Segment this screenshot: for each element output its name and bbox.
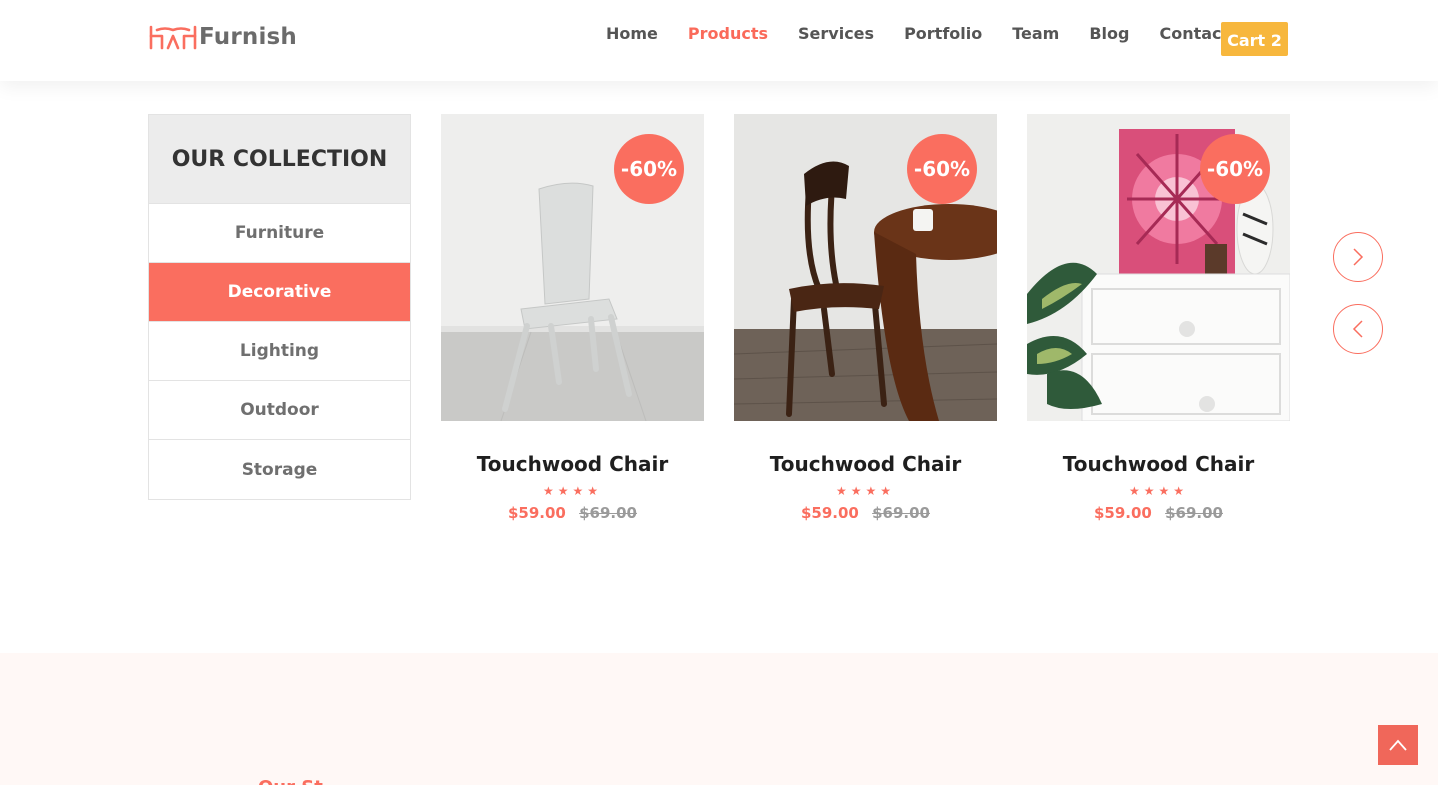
product-price: $59.00 bbox=[507, 504, 566, 522]
product-card[interactable]: -60% Touchwood Chair ★★★★ $59.00 $69.00 bbox=[734, 114, 997, 522]
dresser-flower-painting-photo[interactable]: -60% bbox=[1027, 114, 1290, 421]
wooden-chair-table-photo[interactable]: -60% bbox=[734, 114, 997, 421]
product-card[interactable]: -60% Touchwood Chair ★★★★ $59.00 $69.00 bbox=[1027, 114, 1290, 522]
star-icon: ★ bbox=[587, 484, 603, 498]
category-lighting[interactable]: Lighting bbox=[149, 322, 410, 381]
cart-button[interactable]: Cart 2 bbox=[1221, 22, 1288, 56]
brand-name: Furnish bbox=[199, 24, 298, 50]
star-icon: ★ bbox=[1158, 484, 1174, 498]
product-name[interactable]: Touchwood Chair bbox=[734, 452, 997, 476]
product-name[interactable]: Touchwood Chair bbox=[1027, 452, 1290, 476]
product-prices: $59.00 $69.00 bbox=[734, 504, 997, 522]
main-nav: Home Products Services Portfolio Team Bl… bbox=[606, 24, 1259, 44]
star-icon: ★ bbox=[850, 484, 866, 498]
product-name[interactable]: Touchwood Chair bbox=[441, 452, 704, 476]
discount-badge: -60% bbox=[907, 134, 977, 204]
rating-stars: ★★★★ bbox=[441, 484, 704, 498]
product-card[interactable]: -60% Touchwood Chair ★★★★ $59.00 $69.00 bbox=[441, 114, 704, 522]
nav-team[interactable]: Team bbox=[1012, 24, 1059, 44]
category-storage[interactable]: Storage bbox=[149, 440, 410, 499]
collection-title: OUR COLLECTION bbox=[149, 115, 410, 204]
star-icon: ★ bbox=[835, 484, 851, 498]
chevron-left-icon bbox=[1352, 320, 1363, 338]
star-icon: ★ bbox=[865, 484, 881, 498]
category-decorative[interactable]: Decorative bbox=[149, 263, 410, 322]
slider-next-button[interactable] bbox=[1333, 232, 1383, 282]
category-furniture[interactable]: Furniture bbox=[149, 204, 410, 263]
product-old-price: $69.00 bbox=[872, 504, 930, 522]
product-old-price: $69.00 bbox=[579, 504, 637, 522]
star-icon: ★ bbox=[572, 484, 588, 498]
star-icon: ★ bbox=[1143, 484, 1159, 498]
story-section: Our St bbox=[0, 653, 1438, 785]
star-icon: ★ bbox=[1128, 484, 1144, 498]
chevron-up-icon bbox=[1389, 739, 1407, 751]
site-header: Furnish Home Products Services Portfolio… bbox=[0, 0, 1438, 81]
cart-count: 2 bbox=[1270, 30, 1282, 50]
product-price: $59.00 bbox=[800, 504, 859, 522]
nav-services[interactable]: Services bbox=[798, 24, 874, 44]
nav-portfolio[interactable]: Portfolio bbox=[904, 24, 982, 44]
furniture-logo-icon bbox=[149, 25, 197, 50]
rating-stars: ★★★★ bbox=[734, 484, 997, 498]
white-chair-photo[interactable]: -60% bbox=[441, 114, 704, 421]
product-prices: $59.00 $69.00 bbox=[441, 504, 704, 522]
rating-stars: ★★★★ bbox=[1027, 484, 1290, 498]
scroll-to-top-button[interactable] bbox=[1378, 725, 1418, 765]
star-icon: ★ bbox=[1173, 484, 1189, 498]
category-outdoor[interactable]: Outdoor bbox=[149, 381, 410, 440]
nav-blog[interactable]: Blog bbox=[1089, 24, 1129, 44]
brand-logo[interactable]: Furnish bbox=[149, 22, 297, 52]
section-heading: Our St bbox=[258, 777, 323, 785]
nav-contact[interactable]: Contact bbox=[1159, 24, 1229, 44]
nav-products[interactable]: Products bbox=[688, 24, 768, 44]
discount-badge: -60% bbox=[1200, 134, 1270, 204]
product-prices: $59.00 $69.00 bbox=[1027, 504, 1290, 522]
chevron-right-icon bbox=[1353, 248, 1364, 266]
discount-badge: -60% bbox=[614, 134, 684, 204]
star-icon: ★ bbox=[557, 484, 573, 498]
star-icon: ★ bbox=[542, 484, 558, 498]
product-old-price: $69.00 bbox=[1165, 504, 1223, 522]
slider-prev-button[interactable] bbox=[1333, 304, 1383, 354]
star-icon: ★ bbox=[880, 484, 896, 498]
nav-home[interactable]: Home bbox=[606, 24, 658, 44]
product-price: $59.00 bbox=[1093, 504, 1152, 522]
collection-panel: OUR COLLECTION Furniture Decorative Ligh… bbox=[148, 114, 411, 500]
cart-label: Cart bbox=[1227, 30, 1266, 50]
